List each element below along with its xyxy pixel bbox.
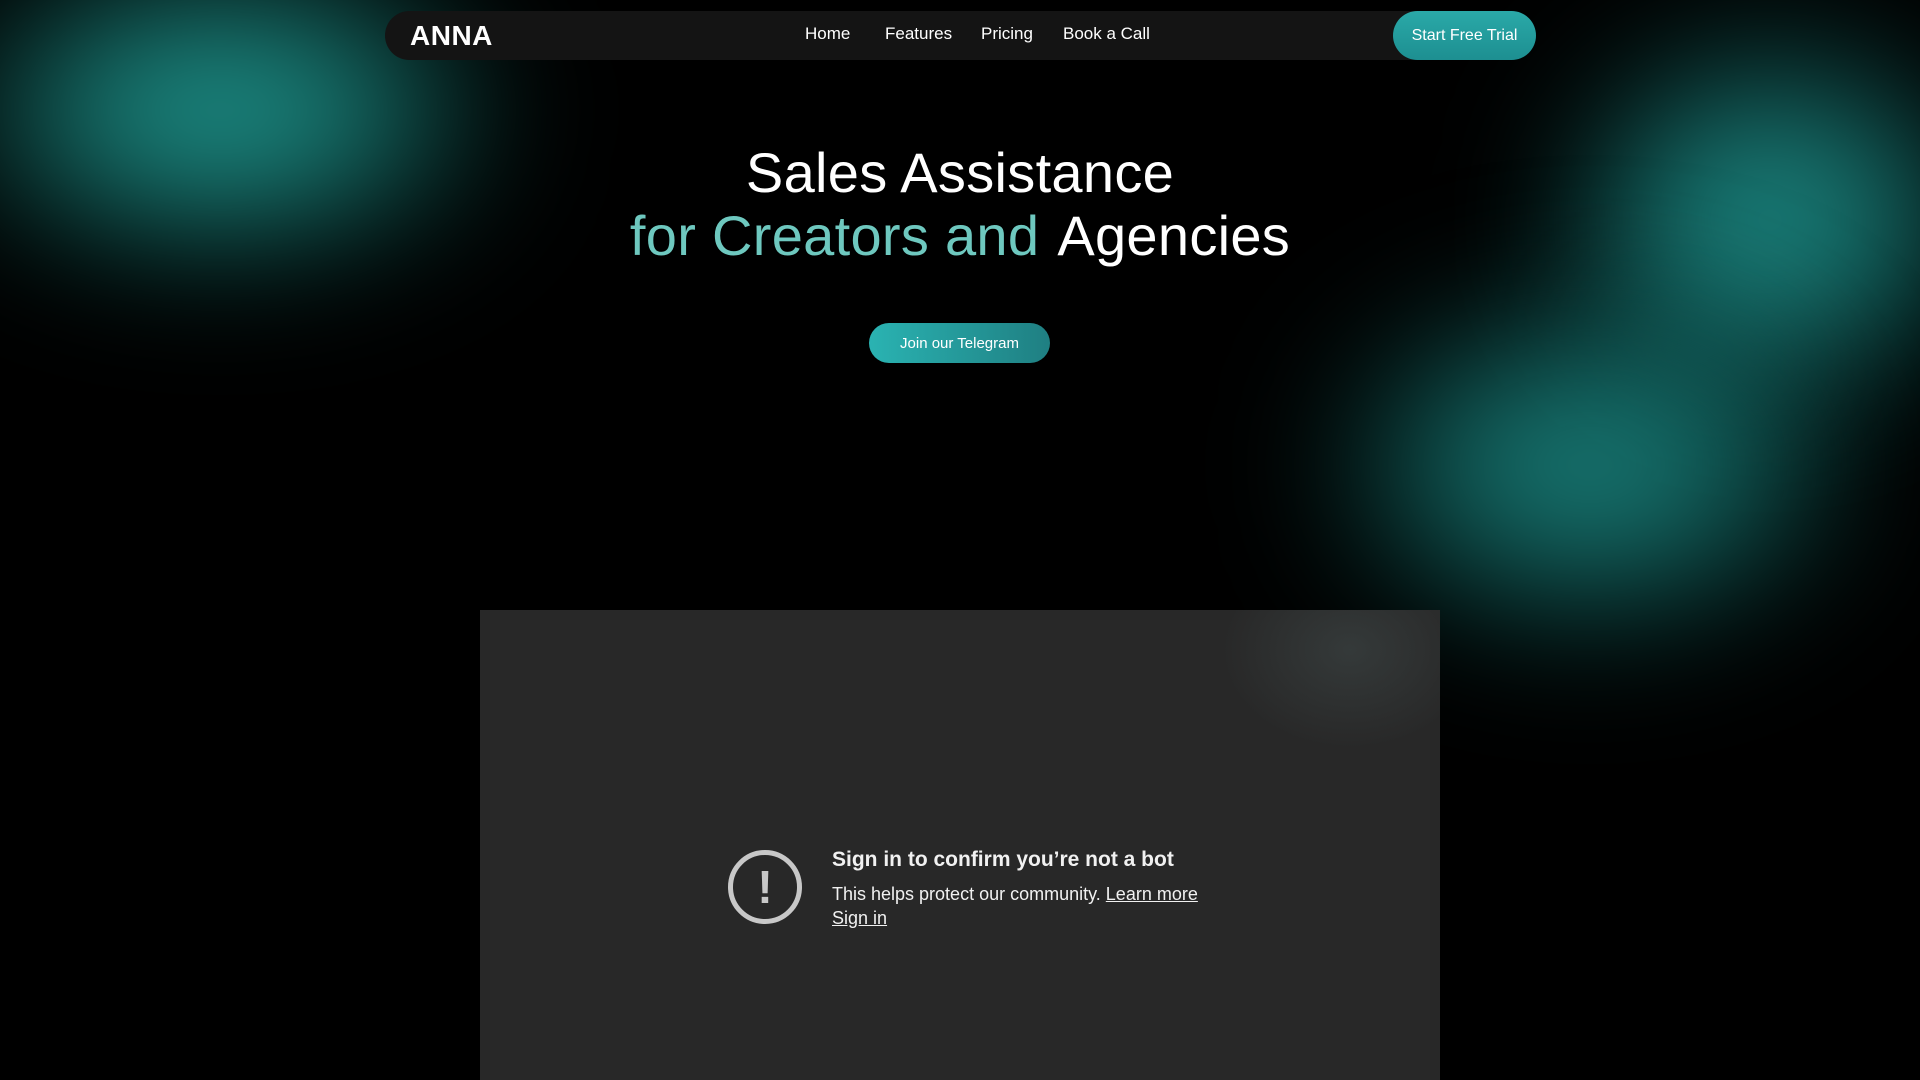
background-glow-right-bottom (1330, 300, 1850, 630)
nav-link-book-a-call[interactable]: Book a Call (1063, 24, 1150, 44)
top-navbar: ANNA Home Features Pricing Book a Call S… (385, 11, 1536, 60)
hero-title-accent: for Creators and (629, 204, 1040, 267)
brand-logo[interactable]: ANNA (410, 19, 493, 53)
landing-page: ANNA Home Features Pricing Book a Call S… (0, 0, 1920, 1080)
learn-more-link[interactable]: Learn more (1106, 884, 1198, 904)
nav-link-pricing[interactable]: Pricing (981, 24, 1033, 44)
hero-title-plain: Agencies (1057, 204, 1291, 267)
start-free-trial-button[interactable]: Start Free Trial (1393, 11, 1536, 60)
hero-title-line1: Sales Assistance (745, 141, 1175, 204)
notice-body: This helps protect our community. Learn … (832, 882, 1198, 906)
nav-link-features[interactable]: Features (885, 24, 952, 44)
sign-in-link[interactable]: Sign in (832, 906, 887, 930)
nav-link-home[interactable]: Home (805, 24, 850, 44)
alert-circle-icon: ! (728, 850, 802, 924)
notice-body-text: This helps protect our community. (832, 884, 1101, 904)
bot-check-notice: ! Sign in to confirm you’re not a bot Th… (728, 840, 1248, 930)
video-embed[interactable]: ! Sign in to confirm you’re not a bot Th… (480, 610, 1440, 1080)
join-telegram-button[interactable]: Join our Telegram (869, 323, 1050, 363)
notice-title: Sign in to confirm you’re not a bot (832, 848, 1174, 871)
hero-title-line2: for Creators and Agencies (0, 203, 1920, 269)
